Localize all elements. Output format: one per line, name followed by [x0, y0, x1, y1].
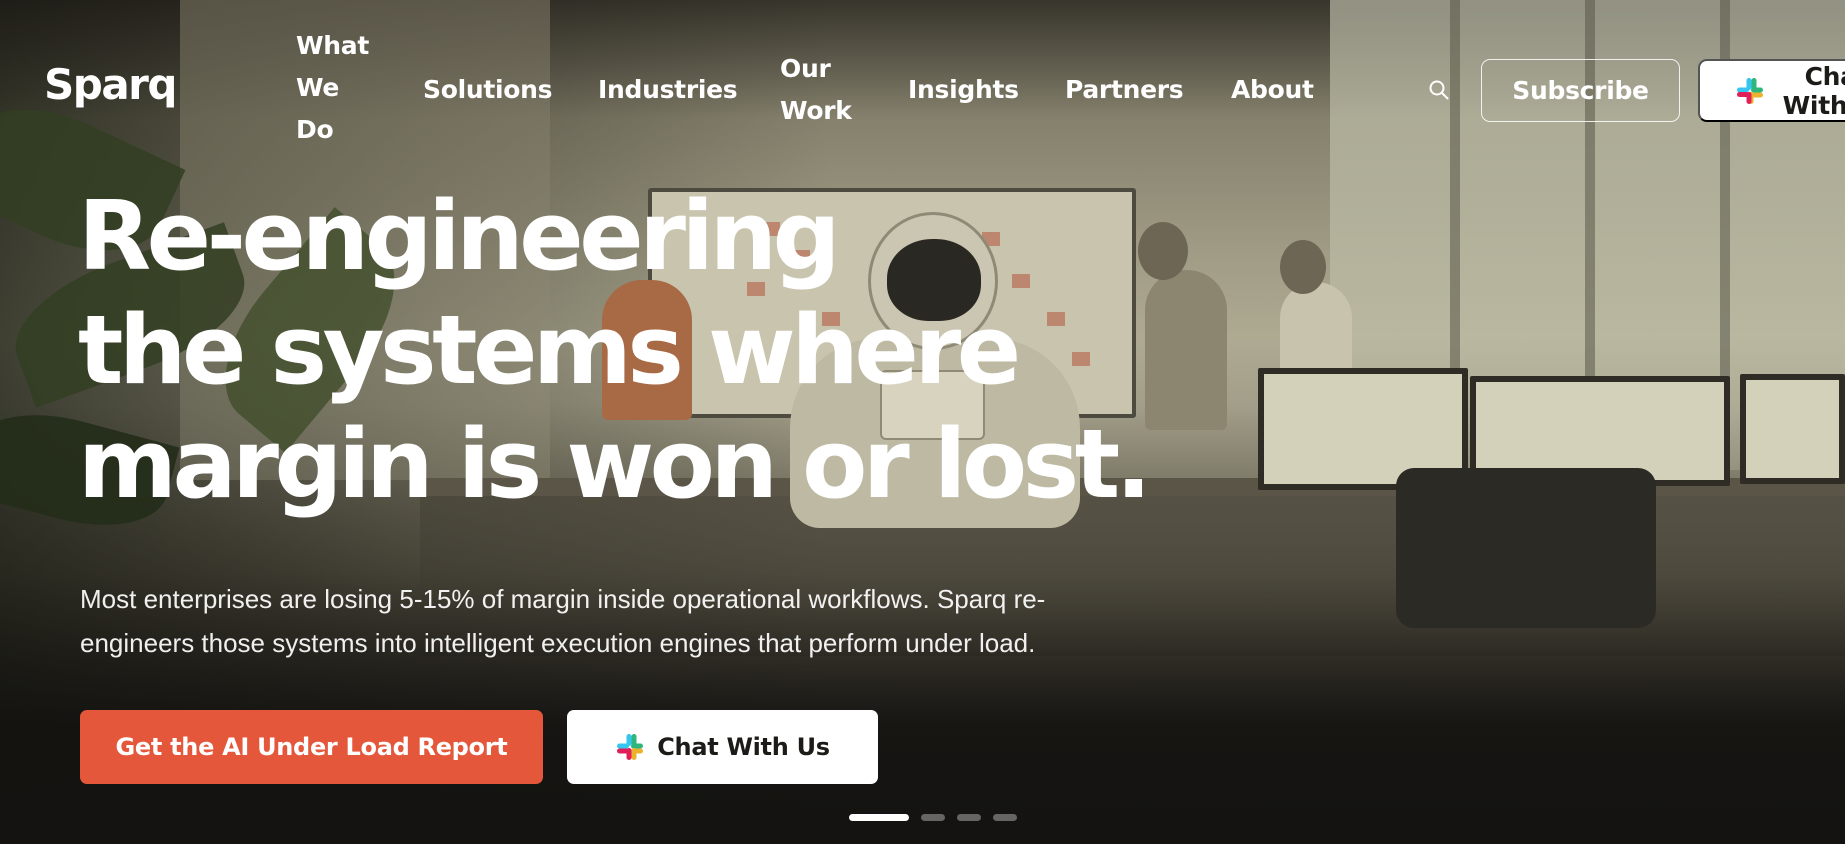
- hero-headline-line: the systems where: [78, 296, 1021, 406]
- person-background: [1280, 282, 1352, 382]
- office-chair: [1396, 468, 1656, 628]
- nav-item-partners[interactable]: Partners: [1065, 69, 1184, 111]
- get-report-button[interactable]: Get the AI Under Load Report: [80, 710, 543, 784]
- hero-headline-line: margin is won or lost.: [78, 410, 1152, 520]
- chat-with-us-header-label: Chat With Us: [1782, 61, 1845, 120]
- hero-subtext: Most enterprises are losing 5-15% of mar…: [80, 584, 1046, 658]
- nav-item-insights[interactable]: Insights: [908, 69, 1019, 111]
- nav-item-what-we-do[interactable]: What We Do: [296, 25, 376, 151]
- nav-item-industries[interactable]: Industries: [598, 69, 738, 111]
- site-header: Sparq What We Do Solutions Industries Ou…: [0, 0, 1845, 180]
- monitor: [1740, 374, 1845, 484]
- nav-item-solutions[interactable]: Solutions: [423, 69, 553, 111]
- carousel-dot[interactable]: [957, 814, 981, 821]
- carousel-indicators: [849, 814, 1017, 821]
- chat-with-us-label: Chat With Us: [657, 733, 830, 761]
- nav-item-our-work[interactable]: Our Work: [780, 48, 860, 132]
- brand-logo[interactable]: Sparq: [44, 60, 177, 109]
- search-icon[interactable]: [1428, 79, 1450, 101]
- subscribe-button[interactable]: Subscribe: [1481, 59, 1680, 122]
- person-background-head: [1280, 240, 1326, 294]
- chat-with-us-header-button[interactable]: Chat With Us: [1698, 59, 1845, 122]
- get-report-label: Get the AI Under Load Report: [115, 733, 508, 761]
- carousel-dot[interactable]: [849, 814, 909, 821]
- subscribe-label: Subscribe: [1512, 76, 1649, 105]
- slack-icon: [1737, 77, 1763, 104]
- hero-headline: Re-engineering the systems where margin …: [78, 180, 1178, 522]
- chat-with-us-button[interactable]: Chat With Us: [567, 710, 878, 784]
- hero-headline-line: Re-engineering: [78, 182, 841, 292]
- carousel-dot[interactable]: [921, 814, 945, 821]
- nav-item-about[interactable]: About: [1231, 69, 1314, 111]
- slack-icon: [617, 734, 644, 760]
- carousel-dot[interactable]: [993, 814, 1017, 821]
